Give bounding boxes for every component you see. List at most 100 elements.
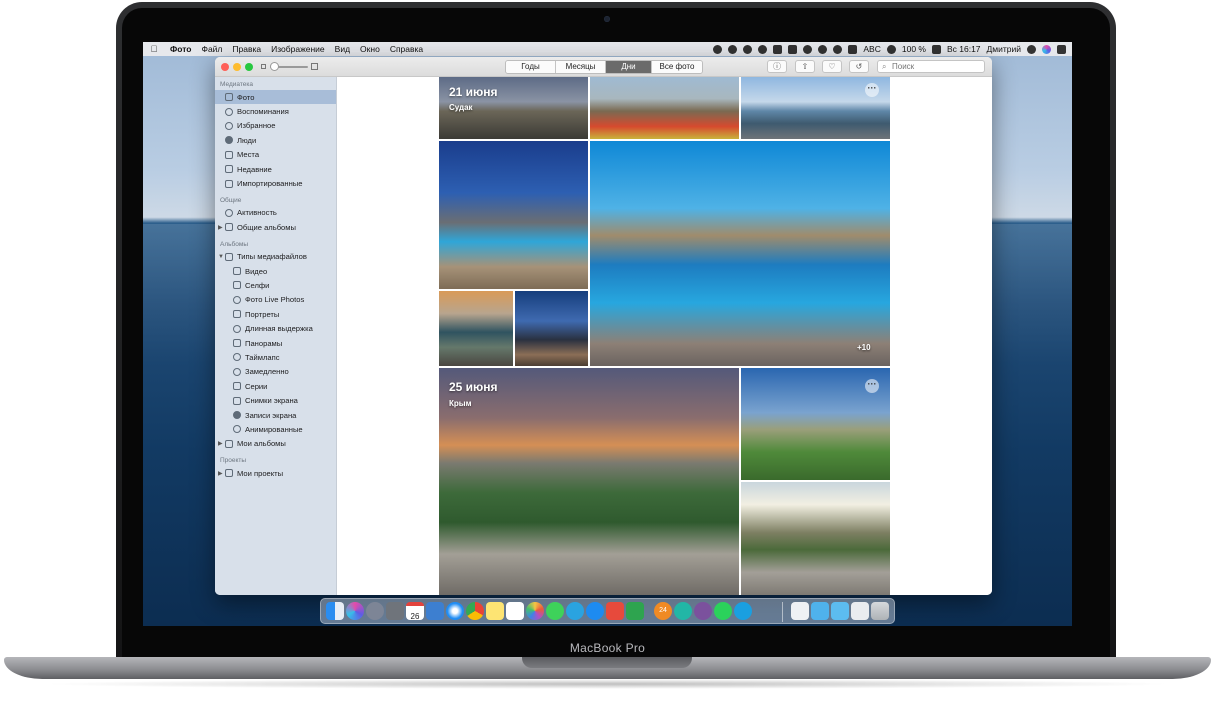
bluetooth-icon[interactable] [818, 44, 828, 54]
photo-thumbnail[interactable] [590, 141, 890, 366]
photo-thumbnail[interactable] [439, 291, 513, 366]
app-store-icon[interactable] [586, 602, 604, 620]
notification-center-icon[interactable] [1057, 44, 1066, 54]
sidebar-item-favorites[interactable]: Избранное [215, 119, 336, 133]
menu-edit[interactable]: Правка [227, 44, 266, 54]
calendar-icon[interactable]: 26 [406, 602, 424, 621]
grid-status-icon[interactable] [758, 44, 768, 54]
more-options-button[interactable]: ··· [865, 83, 879, 97]
affinity-icon[interactable] [606, 602, 624, 620]
apple-menu-icon[interactable]:  [143, 44, 165, 54]
zoom-button[interactable] [245, 63, 253, 71]
siri-icon[interactable] [1042, 44, 1051, 54]
more-photos-count[interactable]: +10 [857, 343, 871, 352]
menu-app-name[interactable]: Фото [165, 44, 196, 54]
photo-thumbnail[interactable] [439, 141, 588, 289]
wifi-icon[interactable] [833, 44, 843, 54]
sidebar-item-animated[interactable]: Анимированные [215, 422, 336, 436]
sidebar-item-live-photos[interactable]: Фото Live Photos [215, 293, 336, 307]
sidebar-item-panoramas[interactable]: Панорамы [215, 336, 336, 350]
group-date[interactable]: 21 июня [449, 85, 498, 99]
cloud-status-icon[interactable] [743, 44, 753, 54]
battery-icon[interactable] [931, 44, 941, 54]
info-button[interactable]: ⓘ [767, 60, 787, 73]
sidebar-item-my-albums[interactable]: ▶ Мои альбомы [215, 437, 336, 451]
tab-years[interactable]: Годы [506, 61, 556, 73]
display-status-icon[interactable] [773, 44, 783, 54]
user-name[interactable]: Дмитрий [987, 44, 1021, 54]
photo-thumbnail[interactable] [590, 77, 739, 139]
spotlight-search-icon[interactable] [1027, 44, 1036, 54]
disclosure-triangle-icon[interactable]: ▶ [218, 440, 224, 447]
sidebar-item-screenshots[interactable]: Снимки экрана [215, 393, 336, 407]
sidebar-item-photos[interactable]: Фото [215, 90, 336, 105]
trash-icon[interactable] [871, 602, 889, 620]
numbers-icon[interactable] [626, 602, 644, 620]
chrome-icon[interactable] [466, 602, 484, 620]
search-input[interactable] [892, 61, 982, 72]
notes-icon[interactable] [486, 602, 504, 620]
sidebar-item-long-exposure[interactable]: Длинная выдержка [215, 321, 336, 335]
volume-icon[interactable] [886, 44, 896, 54]
clock[interactable]: Вс 16:17 [947, 44, 981, 54]
messages-icon[interactable] [546, 602, 564, 620]
siri-app-icon[interactable] [346, 602, 364, 620]
telegram-icon[interactable] [566, 602, 584, 620]
menu-help[interactable]: Справка [385, 44, 428, 54]
tab-all-photos[interactable]: Все фото [652, 61, 702, 73]
photo-thumbnail[interactable] [515, 291, 588, 366]
disclosure-triangle-icon[interactable]: ▶ [218, 224, 224, 231]
skype-icon[interactable] [734, 602, 752, 620]
close-button[interactable] [221, 63, 229, 71]
sidebar-item-bursts[interactable]: Серии [215, 379, 336, 393]
group-place[interactable]: Судак [449, 103, 473, 112]
disclosure-triangle-icon[interactable]: ▶ [218, 470, 224, 477]
menu-window[interactable]: Окно [355, 44, 385, 54]
launchpad-icon[interactable] [366, 602, 384, 620]
photo-thumbnail[interactable] [741, 482, 890, 595]
rotate-button[interactable]: ↺ [849, 60, 869, 73]
safari-icon[interactable] [446, 602, 464, 620]
sidebar-item-imports[interactable]: Импортированные [215, 176, 336, 190]
sidebar-item-memories[interactable]: Воспоминания [215, 104, 336, 118]
stack-icon[interactable] [851, 602, 869, 620]
sidebar-item-shared-albums[interactable]: ▶ Общие альбомы [215, 220, 336, 234]
airplay-icon[interactable] [788, 44, 798, 54]
finder-icon[interactable] [326, 602, 344, 620]
telegram-status-icon[interactable] [713, 44, 723, 54]
sidebar-item-timelapse[interactable]: Таймлапс [215, 350, 336, 364]
folder-icon[interactable] [831, 602, 849, 620]
sidebar-item-slomo[interactable]: Замедленно [215, 365, 336, 379]
photos-app-icon[interactable] [526, 602, 544, 620]
sync-app-icon[interactable] [674, 602, 692, 620]
group-date[interactable]: 25 июня [449, 380, 498, 394]
favorite-button[interactable]: ♡ [822, 60, 842, 73]
sidebar-item-media-types[interactable]: ▼ Типы медиафайлов [215, 250, 336, 264]
share-button[interactable]: ⇧ [795, 60, 815, 73]
keyboard-input-icon[interactable] [848, 44, 858, 54]
menu-image[interactable]: Изображение [266, 44, 330, 54]
downloads-folder-icon[interactable] [811, 602, 829, 620]
sidebar-item-videos[interactable]: Видео [215, 264, 336, 278]
minimize-button[interactable] [233, 63, 241, 71]
system-preferences-icon[interactable] [386, 602, 404, 620]
reminders-icon[interactable] [506, 602, 524, 620]
whatsapp-icon[interactable] [714, 602, 732, 620]
disclosure-triangle-icon[interactable]: ▼ [218, 254, 224, 260]
block-status-icon[interactable] [728, 44, 738, 54]
sidebar-item-recent[interactable]: Недавние [215, 162, 336, 176]
document-icon[interactable] [791, 602, 809, 620]
battery-percent[interactable]: 100 % [902, 44, 926, 54]
group-place[interactable]: Крым [449, 399, 472, 408]
zoom-slider-knob[interactable] [270, 62, 279, 71]
sidebar-item-selfies[interactable]: Селфи [215, 278, 336, 292]
search-field[interactable]: ⌕ [877, 60, 985, 73]
sidebar-item-portraits[interactable]: Портреты [215, 307, 336, 321]
tab-days[interactable]: Дни [606, 61, 652, 73]
sidebar-item-activity[interactable]: Активность [215, 206, 336, 220]
badge-app-icon[interactable]: 24 [654, 602, 672, 620]
input-source-label[interactable]: ABC [863, 44, 880, 54]
menu-view[interactable]: Вид [330, 44, 355, 54]
more-options-button[interactable]: ··· [865, 379, 879, 393]
sidebar-item-my-projects[interactable]: ▶ Мои проекты [215, 466, 336, 480]
